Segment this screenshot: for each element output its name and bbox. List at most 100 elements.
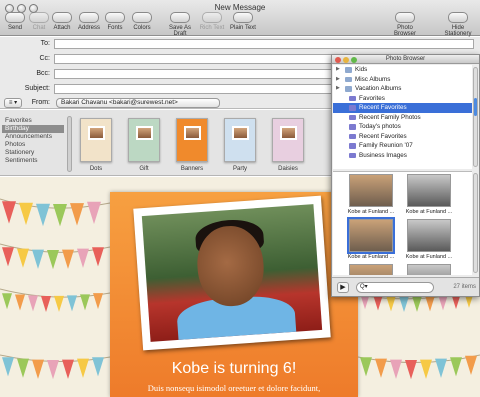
window-title: New Message: [214, 3, 266, 12]
signature-menu-button[interactable]: ≡ ▾: [4, 98, 22, 108]
photo-grid-scrollbar[interactable]: [473, 173, 478, 273]
photo-browser-icon: [395, 12, 415, 23]
template-banners[interactable]: [176, 118, 208, 162]
photo-grid: Kobe at Funland ... Kobe at Funland ... Ko…: [333, 171, 472, 275]
album-icon: [349, 114, 356, 120]
bunting-flag: [54, 295, 64, 312]
photo-thumbnail[interactable]: [407, 174, 451, 207]
bunting-flag: [32, 249, 44, 269]
photo-thumbnail[interactable]: [407, 264, 451, 275]
template-label: Gift: [139, 166, 149, 172]
source-item[interactable]: Today's photos: [333, 122, 472, 132]
album-icon: [349, 95, 356, 101]
category-announcements[interactable]: Announcements: [2, 133, 64, 141]
close-panel-button[interactable]: [335, 56, 341, 63]
bunting-flag: [92, 357, 104, 377]
template-label: Dots: [89, 166, 103, 172]
source-item[interactable]: ▶ Vacation Albums: [333, 84, 472, 94]
attach-button[interactable]: Attach: [50, 12, 74, 34]
bunting-flag: [15, 294, 25, 311]
bunting-flag: [2, 247, 14, 267]
toolbar-label: Send: [7, 25, 22, 31]
zoom-panel-button[interactable]: [351, 56, 357, 63]
category-photos[interactable]: Photos: [2, 141, 64, 149]
toolbar-label: Colors: [133, 25, 151, 31]
bunting-flag: [435, 358, 447, 378]
photo-label: Kobe at Funland ...: [405, 254, 453, 260]
photo-search-input[interactable]: Q▾: [356, 282, 434, 293]
bunting-flag: [425, 295, 435, 312]
source-item[interactable]: Family Reunion '07: [333, 141, 472, 151]
category-stationery[interactable]: Stationery: [2, 149, 64, 157]
photo-label: Kobe at Funland ...: [347, 209, 395, 215]
source-item[interactable]: ▶ Kids: [333, 65, 472, 75]
source-label: Recent Favorites: [359, 104, 407, 111]
toolbar-label: Save As Draft: [168, 25, 191, 37]
photo-placeholder[interactable]: [133, 195, 331, 351]
bunting-flag: [41, 295, 51, 312]
chat-button[interactable]: Chat: [28, 12, 50, 34]
paperclip-icon: [52, 12, 72, 23]
category-favorites[interactable]: Favorites: [2, 117, 64, 125]
template-label: Banners: [180, 166, 204, 172]
template-gift[interactable]: [128, 118, 160, 162]
source-item[interactable]: Recent Favorites: [333, 132, 472, 142]
plain-text-button[interactable]: Plain Text: [228, 12, 258, 34]
bunting-flag: [62, 249, 74, 269]
card-headline[interactable]: Kobe is turning 6!: [110, 360, 358, 378]
disclosure-triangle-icon[interactable]: ▶: [336, 84, 340, 94]
bunting-flag: [93, 293, 103, 310]
photo-browser-panel: Photo Browser ▶ Kids ▶ Misc Albums ▶ Vacation…: [331, 54, 480, 297]
disclosure-triangle-icon[interactable]: ▶: [336, 65, 340, 75]
bcc-label: Bcc:: [36, 70, 50, 77]
minimize-panel-button[interactable]: [343, 56, 349, 63]
bunting-flag: [80, 294, 90, 311]
bunting-flag: [92, 247, 104, 267]
category-birthday[interactable]: Birthday: [2, 125, 64, 133]
toolbar-label: Attach: [53, 25, 71, 31]
photo-thumbnail[interactable]: [349, 174, 393, 207]
category-scrollbar[interactable]: [67, 116, 72, 172]
hide-stationery-button[interactable]: Hide Stationery: [440, 12, 476, 37]
source-item[interactable]: Recent Family Photos: [333, 113, 472, 123]
source-item[interactable]: Recent Favorites: [333, 103, 472, 113]
bunting-flag: [2, 201, 16, 224]
photo-thumbnail[interactable]: [407, 219, 451, 252]
bunting-flag: [67, 295, 77, 312]
template-photo: [280, 126, 297, 140]
card-body-text[interactable]: Duis nonsequ isimodol oreetuer et dolore…: [110, 383, 358, 393]
album-icon: [349, 105, 356, 111]
subject-label: Subject:: [24, 85, 50, 92]
send-button[interactable]: Send: [4, 12, 26, 34]
bunting-flag: [399, 295, 409, 312]
source-item[interactable]: Business Images: [333, 151, 472, 161]
chat-bubble-icon: [29, 12, 49, 23]
photo-browser-button[interactable]: Photo Browser: [386, 12, 424, 37]
source-item[interactable]: Favorites: [333, 94, 472, 104]
play-slideshow-button[interactable]: ▶: [337, 282, 349, 293]
to-field[interactable]: [54, 39, 474, 49]
bunting-flag: [386, 295, 396, 312]
template-daisies[interactable]: [272, 118, 304, 162]
rich-text-button[interactable]: Rich Text: [198, 12, 226, 34]
source-item[interactable]: ▶ Misc Albums: [333, 75, 472, 85]
colors-button[interactable]: Colors: [130, 12, 154, 34]
bunting-flag: [32, 359, 44, 379]
photo-thumbnail[interactable]: [349, 264, 393, 275]
paper-plane-icon: [5, 12, 25, 23]
album-icon: [349, 143, 356, 149]
template-dots[interactable]: [80, 118, 112, 162]
category-sentiments[interactable]: Sentiments: [2, 157, 64, 165]
address-button[interactable]: Address: [76, 12, 102, 34]
source-list-scrollbar[interactable]: [473, 67, 478, 167]
template-party[interactable]: [224, 118, 256, 162]
save-as-draft-button[interactable]: Save As Draft: [162, 12, 198, 37]
disclosure-triangle-icon[interactable]: ▶: [336, 75, 340, 85]
window-toolbar: New Message Send Chat Attach Address Fonts Co…: [0, 0, 480, 37]
photo-thumbnail[interactable]: [347, 217, 395, 254]
from-select[interactable]: Bakari Chavanu <bakari@surewest.net>: [56, 98, 220, 108]
template-photo: [88, 126, 105, 140]
template-photo: [184, 126, 201, 140]
fonts-button[interactable]: Fonts: [104, 12, 126, 34]
source-label: Kids: [355, 66, 368, 73]
